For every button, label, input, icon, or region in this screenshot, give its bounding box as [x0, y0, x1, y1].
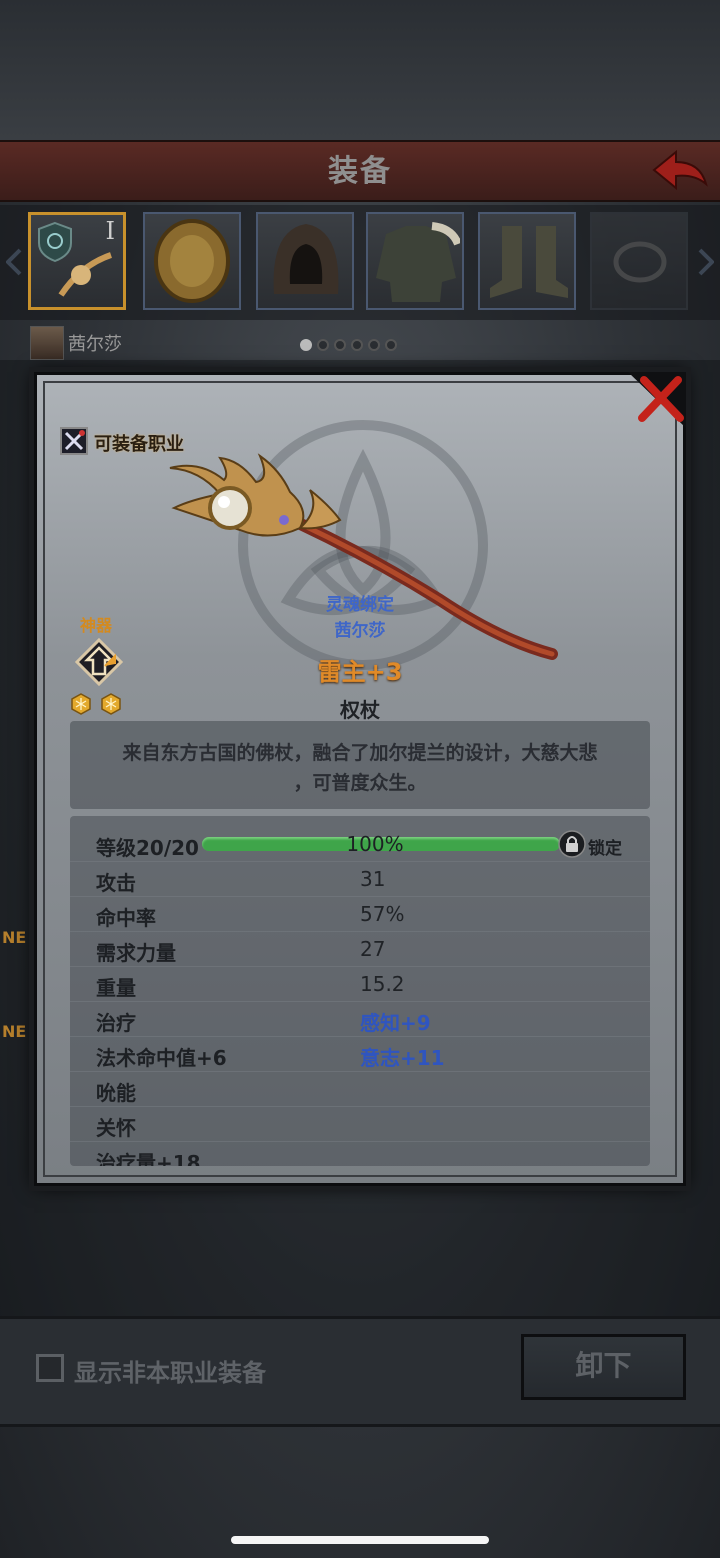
side-panel-right [688, 820, 720, 1080]
stat-label: 治疗量+18 [96, 1151, 201, 1166]
stat-row: 重量 15.2 [70, 966, 650, 1002]
equip-slot-staff[interactable]: I [28, 212, 126, 310]
lock-label[interactable]: 锁定 [588, 834, 622, 859]
page-dot[interactable] [385, 339, 397, 351]
page-title: 装备 [328, 154, 392, 189]
unequip-button[interactable]: 卸下 [521, 1334, 686, 1400]
artifact-label: 神器 [79, 616, 112, 635]
item-description: 来自东方古国的佛杖，融合了加尔提兰的设计，大慈大悲 ，可普度众生。 [90, 738, 630, 798]
stat-label: 关怀 [96, 1116, 136, 1140]
stat-value: 57% [360, 902, 405, 926]
page-dots [300, 336, 402, 355]
page-dot[interactable] [334, 339, 346, 351]
description-line: 来自东方古国的佛杖，融合了加尔提兰的设计，大慈大悲 [122, 742, 598, 764]
page-dot[interactable] [368, 339, 380, 351]
close-icon[interactable] [628, 372, 686, 428]
stats-table[interactable]: 等级20/20 100% 锁定 攻击 31 命中率 57% 需求力量 27 重量 15.2 治疗… [70, 816, 650, 1166]
top-strip [0, 0, 720, 140]
stat-value: 31 [360, 867, 386, 891]
staff-thumb-icon [58, 252, 113, 297]
page-dot[interactable] [351, 339, 363, 351]
level-label: 等级20/20 [96, 836, 199, 860]
stat-row: 吮能 [70, 1071, 650, 1107]
stat-row: 治疗量+18 [70, 1141, 650, 1166]
show-other-class-checkbox[interactable] [36, 1354, 64, 1382]
artifact-upgrade-icon[interactable] [75, 638, 123, 686]
back-arrow-icon[interactable] [650, 148, 710, 192]
stat-label: 重量 [96, 976, 136, 1000]
stat-label: 攻击 [96, 871, 136, 895]
side-panel-left: NE NE [0, 820, 30, 1080]
item-type: 权杖 [340, 698, 380, 722]
scroll-left-icon[interactable] [6, 248, 22, 276]
crossed-tools-icon [64, 430, 85, 451]
stat-row: 关怀 [70, 1106, 650, 1142]
equip-slot-ring[interactable] [590, 212, 688, 310]
page-dot[interactable] [317, 339, 329, 351]
stat-row: 治疗 感知+9 [70, 1001, 650, 1037]
side-text: NE [2, 1022, 27, 1041]
stat-row: 攻击 31 [70, 861, 650, 897]
stat-row: 命中率 57% [70, 896, 650, 932]
equip-slot-armor[interactable] [366, 212, 464, 310]
stat-label: 法术命中值+6 [96, 1046, 227, 1070]
scroll-right-icon[interactable] [698, 248, 714, 276]
stat-value: 感知+9 [360, 1011, 431, 1035]
side-text: NE [2, 928, 27, 947]
page-dot[interactable] [300, 339, 312, 351]
stat-label: 吮能 [96, 1081, 136, 1105]
show-other-class-label[interactable]: 显示非本职业装备 [74, 1353, 266, 1388]
hood-icon [273, 224, 339, 294]
equip-slot-boots[interactable] [478, 212, 576, 310]
equip-slot-hood[interactable] [256, 212, 354, 310]
stat-label: 需求力量 [96, 941, 176, 965]
stat-value: 15.2 [360, 972, 405, 996]
stat-label: 治疗 [96, 1011, 136, 1035]
slot-tier: I [105, 217, 115, 245]
ring-icon [613, 241, 667, 283]
boots-icon [490, 226, 568, 298]
avatar [30, 326, 64, 360]
item-name: 雷主+3 [317, 658, 403, 686]
description-line: ，可普度众生。 [293, 772, 427, 794]
stat-value: 意志+11 [360, 1046, 445, 1070]
class-icon[interactable] [60, 427, 88, 455]
round-shield-icon [154, 219, 230, 303]
stat-row: 法术命中值+6 意志+11 [70, 1036, 650, 1072]
gem-slot-icon[interactable] [100, 693, 122, 715]
gem-slot-icon[interactable] [70, 693, 92, 715]
level-percent: 100% [346, 832, 404, 856]
soulbound-label: 灵魂绑定 [326, 595, 394, 615]
equip-slot-shield[interactable] [143, 212, 241, 310]
stat-value: 27 [360, 937, 386, 961]
level-row: 等级20/20 100% 锁定 [70, 826, 650, 862]
home-indicator[interactable] [231, 1536, 489, 1544]
soulbound-owner: 茜尔莎 [334, 621, 386, 641]
armor-icon [376, 222, 460, 302]
character-name: 茜尔莎 [68, 334, 122, 355]
lock-icon[interactable] [558, 830, 586, 858]
stat-row: 需求力量 27 [70, 931, 650, 967]
stat-label: 命中率 [96, 906, 156, 930]
